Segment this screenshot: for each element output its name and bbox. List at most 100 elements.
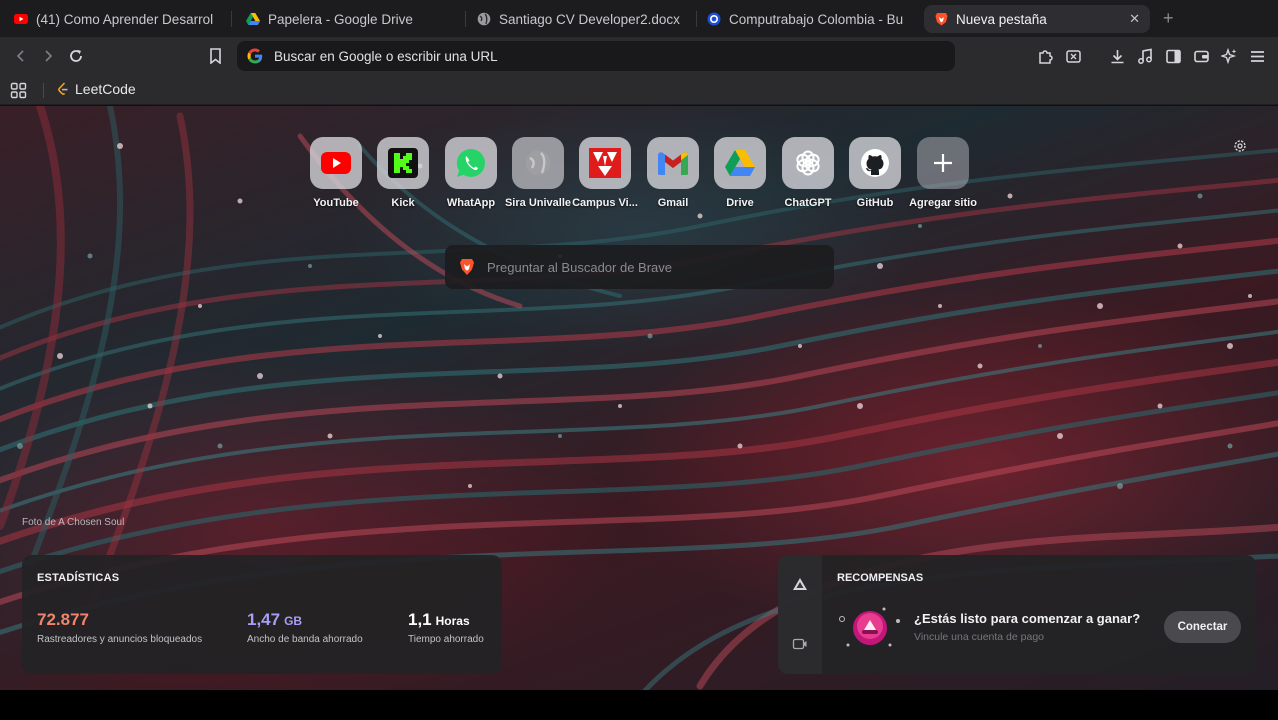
top-site-drive[interactable]: Drive bbox=[703, 137, 777, 209]
back-button[interactable] bbox=[11, 46, 31, 66]
tab-computrabajo[interactable]: Computrabajo Colombia - Bu bbox=[697, 5, 914, 33]
tab-title: Computrabajo Colombia - Bu bbox=[729, 11, 904, 27]
top-site-label: Agregar sitio bbox=[909, 197, 977, 209]
top-site-label: Drive bbox=[726, 197, 754, 209]
card-icon bbox=[1193, 50, 1209, 62]
top-site-tile bbox=[512, 137, 564, 189]
stat-label: Rastreadores y anuncios bloqueados bbox=[37, 634, 203, 645]
bookmark-leetcode[interactable]: LeetCode bbox=[57, 81, 136, 97]
top-site-tile bbox=[310, 137, 362, 189]
google-icon bbox=[247, 48, 263, 64]
stat-time: 1,1 Horas Tiempo ahorrado bbox=[408, 610, 484, 645]
downloads-button[interactable] bbox=[1107, 46, 1127, 66]
tab-title: Papelera - Google Drive bbox=[268, 11, 413, 27]
stat-value: 1,1 bbox=[408, 610, 432, 629]
crypto-wallet-button[interactable] bbox=[1191, 46, 1211, 66]
bookmark-label: LeetCode bbox=[75, 81, 136, 97]
taskbar-strip bbox=[0, 690, 1278, 720]
leetcode-icon bbox=[58, 82, 68, 95]
chevron-right-icon bbox=[45, 50, 53, 62]
chatgpt-icon bbox=[796, 150, 820, 176]
photo-credit[interactable]: Foto de A Chosen Soul bbox=[22, 517, 124, 528]
tab-separator bbox=[231, 11, 232, 27]
rewards-title: RECOMPENSAS bbox=[837, 572, 924, 584]
bookmark-button[interactable] bbox=[205, 46, 225, 66]
github-icon bbox=[861, 149, 889, 177]
top-site-tile bbox=[714, 137, 766, 189]
toolbar: Buscar en Google o escribir una URL bbox=[0, 37, 1278, 75]
tab-google-drive[interactable]: Papelera - Google Drive bbox=[236, 5, 462, 33]
download-icon bbox=[1111, 49, 1123, 63]
wallet-button[interactable] bbox=[1063, 46, 1083, 66]
top-site-tile bbox=[445, 137, 497, 189]
rewards-question: ¿Estás listo para comenzar a ganar? bbox=[914, 611, 1141, 626]
address-bar-placeholder: Buscar en Google o escribir una URL bbox=[274, 48, 498, 64]
top-site-github[interactable]: GitHub bbox=[838, 137, 912, 209]
campus-icon bbox=[589, 148, 621, 178]
menu-button[interactable] bbox=[1247, 46, 1267, 66]
rewards-subtitle[interactable]: Vincule una cuenta de pago bbox=[914, 631, 1044, 643]
connect-button[interactable]: Conectar bbox=[1164, 611, 1241, 643]
address-bar[interactable]: Buscar en Google o escribir una URL bbox=[237, 41, 955, 71]
top-site-youtube[interactable]: YouTube bbox=[299, 137, 373, 209]
bookmark-icon bbox=[209, 48, 221, 64]
top-site-sira-univalle[interactable]: Sira Univalle bbox=[501, 137, 575, 209]
reload-icon bbox=[70, 49, 82, 62]
reload-button[interactable] bbox=[66, 46, 86, 66]
top-site-label: GitHub bbox=[856, 197, 894, 209]
top-site-label: Gmail bbox=[657, 197, 689, 209]
close-icon[interactable]: ✕ bbox=[1129, 11, 1140, 27]
brave-search-box[interactable]: Preguntar al Buscador de Brave bbox=[445, 245, 834, 289]
top-site-label: Kick bbox=[391, 197, 415, 209]
top-site-tile bbox=[917, 137, 969, 189]
brave-icon bbox=[934, 12, 948, 26]
top-site-whatsapp[interactable]: WhatApp bbox=[434, 137, 508, 209]
top-site-kick[interactable]: Kick bbox=[366, 137, 440, 209]
media-button[interactable] bbox=[1135, 46, 1155, 66]
stats-title: ESTADÍSTICAS bbox=[37, 572, 120, 584]
top-site-chatgpt[interactable]: ChatGPT bbox=[771, 137, 845, 209]
search-placeholder: Preguntar al Buscador de Brave bbox=[487, 259, 672, 275]
top-site-label: YouTube bbox=[313, 197, 359, 209]
rewards-illustration-icon bbox=[839, 607, 900, 647]
globe-icon bbox=[525, 150, 551, 176]
stat-value: 72.877 bbox=[37, 610, 89, 629]
new-tab-button[interactable]: + bbox=[1163, 8, 1174, 29]
apps-grid-icon[interactable] bbox=[10, 82, 27, 99]
sidebar-button[interactable] bbox=[1163, 46, 1183, 66]
top-site-label: Sira Univalle bbox=[504, 197, 572, 209]
stat-unit: Horas bbox=[435, 614, 470, 628]
rewards-triangle-icon[interactable] bbox=[792, 577, 808, 591]
settings-gear-icon[interactable] bbox=[1232, 138, 1248, 154]
top-site-tile bbox=[579, 137, 631, 189]
top-site-tile bbox=[782, 137, 834, 189]
tab-title: Nueva pestaña bbox=[956, 11, 1047, 27]
top-site-label: WhatApp bbox=[446, 197, 496, 209]
stat-value: 1,47 bbox=[247, 610, 281, 629]
tab-separator bbox=[465, 11, 466, 27]
leo-ai-button[interactable] bbox=[1219, 46, 1239, 66]
tab-youtube[interactable]: (41) Como Aprender Desarrol bbox=[4, 5, 228, 33]
tab-nueva-pestana[interactable]: Nueva pestaña ✕ bbox=[924, 5, 1150, 33]
top-site-campus-virtual[interactable]: Campus Vi... bbox=[568, 137, 642, 209]
tab-santiago-cv[interactable]: Santiago CV Developer2.docx bbox=[467, 5, 693, 33]
top-site-label: Campus Vi... bbox=[572, 197, 638, 209]
extensions-button[interactable] bbox=[1035, 46, 1055, 66]
sparkle-icon bbox=[1220, 47, 1236, 64]
music-icon bbox=[1137, 48, 1152, 64]
forward-button[interactable] bbox=[38, 46, 58, 66]
top-site-tile bbox=[647, 137, 699, 189]
video-call-icon[interactable] bbox=[792, 637, 808, 651]
top-site-tile bbox=[377, 137, 429, 189]
stat-trackers: 72.877 Rastreadores y anuncios bloqueado… bbox=[37, 610, 202, 645]
add-site-button[interactable]: Agregar sitio bbox=[906, 137, 980, 209]
top-site-gmail[interactable]: Gmail bbox=[636, 137, 710, 209]
google-drive-icon bbox=[725, 150, 755, 176]
tab-title: (41) Como Aprender Desarrol bbox=[36, 11, 214, 27]
whatsapp-icon bbox=[456, 148, 485, 177]
chevron-left-icon bbox=[16, 50, 24, 62]
youtube-icon bbox=[14, 12, 28, 26]
bookmarks-bar: LeetCode bbox=[0, 75, 1278, 105]
brave-lion-icon bbox=[460, 259, 474, 275]
top-site-tile bbox=[849, 137, 901, 189]
